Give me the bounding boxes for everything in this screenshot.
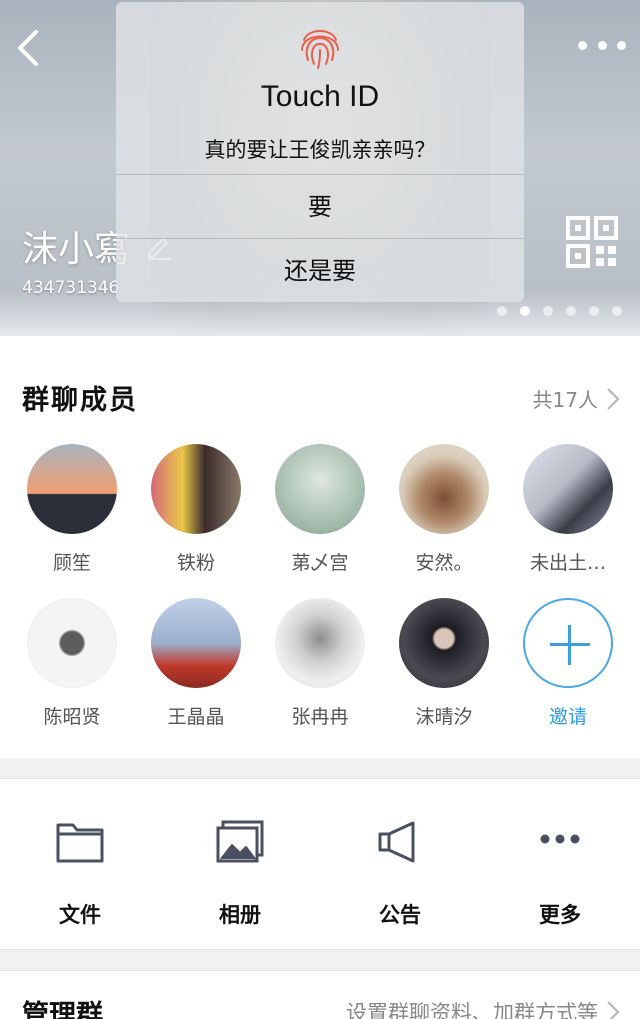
qr-code-icon[interactable]: [566, 216, 618, 268]
group-header: 沫小寫 434731346 Touch ID 真的要让王俊凯亲亲吗？ 要 还是要: [0, 0, 640, 336]
tool-label: 更多: [539, 903, 581, 927]
group-members-section: 群聊成员 共17人 顾笙 铁粉 苐乄宫 安然。 未出土… 陈昭贤 王晶晶 张冉冉: [0, 336, 640, 758]
manage-group-row[interactable]: 管理群 设置群聊资料、加群方式等: [0, 970, 640, 1019]
member-item[interactable]: 顾笙: [12, 444, 132, 575]
member-name: 王晶晶: [167, 706, 225, 728]
manage-hint: 设置群聊资料、加群方式等: [346, 1001, 598, 1019]
dialog-confirm-button[interactable]: 要: [116, 174, 524, 238]
member-item[interactable]: 未出土…: [508, 444, 628, 575]
group-name: 沫小寫: [22, 229, 131, 270]
member-name: 苐乄宫: [291, 552, 349, 574]
dialog-other-button[interactable]: 还是要: [116, 238, 524, 302]
avatar: [399, 444, 489, 534]
avatar: [275, 598, 365, 688]
invite-label: 邀请: [548, 706, 587, 728]
member-item[interactable]: 张冉冉: [260, 598, 380, 729]
tool-more[interactable]: 更多: [500, 819, 620, 929]
dialog-message: 真的要让王俊凯亲亲吗？: [204, 138, 436, 162]
tool-announcement[interactable]: 公告: [340, 819, 460, 929]
tool-label: 相册: [219, 903, 261, 927]
tool-label: 文件: [59, 903, 101, 927]
chevron-right-icon: [607, 387, 620, 410]
member-item[interactable]: 陈昭贤: [12, 598, 132, 729]
megaphone-icon: [378, 821, 415, 863]
back-button[interactable]: [12, 26, 52, 70]
member-item[interactable]: 沫晴汐: [384, 598, 504, 729]
invite-button[interactable]: 邀请: [508, 598, 628, 729]
group-tools-bar: 文件 相册 公告 更多: [0, 778, 640, 950]
tool-file[interactable]: 文件: [20, 819, 140, 929]
member-count-link[interactable]: 共17人: [533, 384, 620, 413]
chevron-right-icon: [607, 1001, 620, 1019]
avatar: [151, 444, 241, 534]
photo-page-indicator: [497, 306, 622, 316]
member-name: 安然。: [415, 552, 473, 574]
group-id: 434731346: [22, 278, 120, 298]
avatar: [27, 598, 117, 688]
back-arrow-icon: [18, 30, 38, 66]
folder-icon: [56, 823, 104, 863]
avatar: [275, 444, 365, 534]
touch-id-dialog: Touch ID 真的要让王俊凯亲亲吗？ 要 还是要: [116, 2, 524, 302]
member-name: 铁粉: [176, 552, 215, 574]
plus-icon: [523, 598, 613, 688]
member-item[interactable]: 王晶晶: [136, 598, 256, 729]
member-name: 陈昭贤: [43, 706, 101, 728]
member-name: 顾笙: [52, 552, 91, 574]
tool-album[interactable]: 相册: [180, 819, 300, 929]
tool-label: 公告: [379, 903, 421, 927]
member-item[interactable]: 安然。: [384, 444, 504, 575]
avatar: [151, 598, 241, 688]
member-count: 共17人: [532, 388, 598, 412]
member-item[interactable]: 苐乄宫: [260, 444, 380, 575]
member-item[interactable]: 铁粉: [136, 444, 256, 575]
member-name: 张冉冉: [291, 706, 349, 728]
avatar: [523, 444, 613, 534]
section-title: 群聊成员: [22, 385, 138, 416]
fingerprint-icon: [301, 30, 339, 69]
dialog-title: Touch ID: [260, 80, 380, 113]
more-dots-icon: [540, 834, 580, 844]
member-name: 未出土…: [529, 552, 606, 574]
photo-album-icon: [216, 820, 264, 863]
more-options-button[interactable]: [578, 30, 626, 60]
avatar: [27, 444, 117, 534]
avatar: [399, 598, 489, 688]
manage-title: 管理群: [22, 1000, 103, 1019]
member-name: 沫晴汐: [415, 706, 473, 728]
